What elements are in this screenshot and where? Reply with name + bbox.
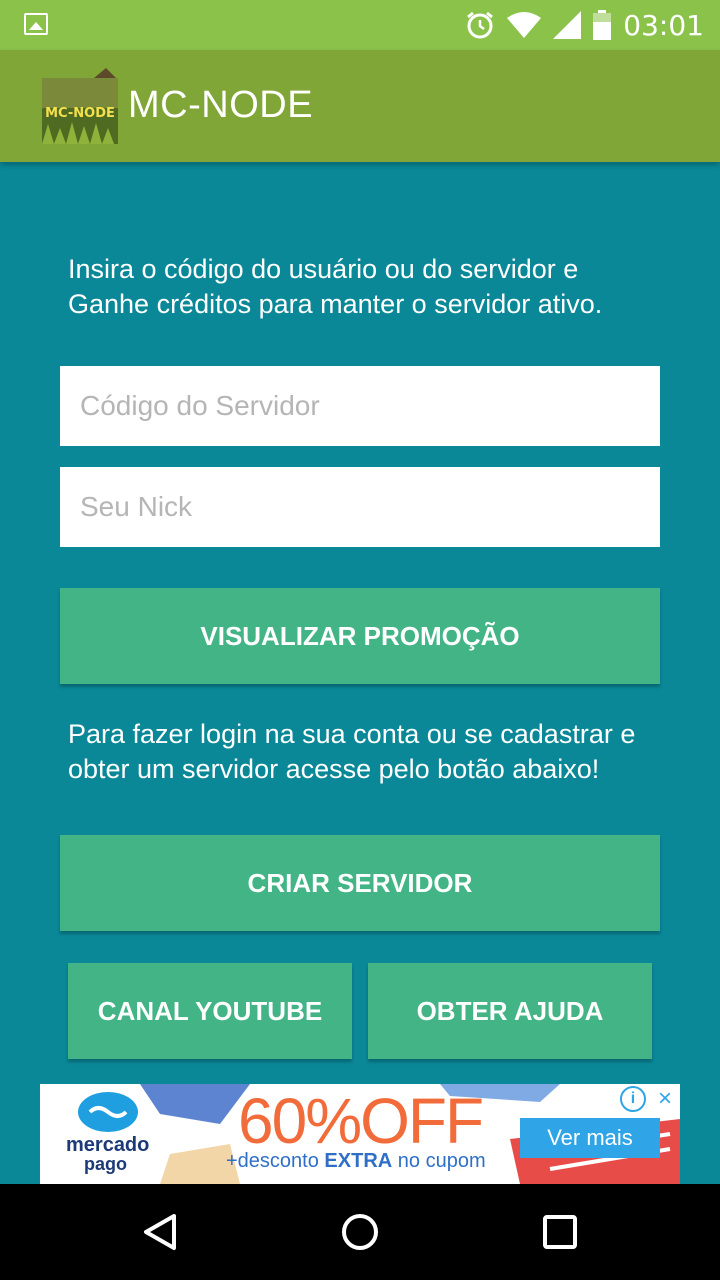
clock-time: 03:01 [623,8,704,42]
ad-info-icon[interactable]: i [620,1086,646,1112]
ad-banner[interactable]: mercado pago 60%OFF +desconto EXTRA no c… [40,1084,680,1184]
app-logo-icon: MC-NODE [42,68,118,144]
create-server-button[interactable]: CRIAR SERVIDOR [60,835,660,931]
wifi-icon [507,12,542,38]
battery-icon [593,10,612,40]
app-bar: MC-NODE MC-NODE [0,50,720,162]
login-info-text: Para fazer login na sua conta ou se cada… [68,719,636,784]
image-notification-icon [24,13,48,35]
status-icons: 03:01 [465,8,704,42]
logo-text: MC-NODE [45,106,115,121]
status-bar: 03:01 [0,0,720,50]
intro-text: Insira o código do usuário ou do servido… [68,254,603,319]
server-code-input[interactable] [60,366,660,446]
navigation-bar [0,1184,720,1280]
ad-close-icon[interactable]: × [652,1085,678,1112]
ad-cta-button[interactable]: Ver mais [520,1118,660,1158]
ad-subtext-bold: EXTRA [324,1150,393,1172]
ad-subtext-suffix: no cupom [392,1150,486,1172]
get-help-button[interactable]: OBTER AJUDA [368,963,652,1059]
ad-brand-line2: pago [84,1154,127,1174]
recents-icon[interactable] [542,1214,578,1250]
ad-discount: 60%OFF [238,1085,484,1157]
view-promotion-button[interactable]: VISUALIZAR PROMOÇÃO [60,588,660,684]
signal-icon [553,11,582,39]
ad-subtext: +desconto EXTRA no cupom [226,1150,486,1173]
youtube-channel-button[interactable]: CANAL YOUTUBE [68,963,352,1059]
app-title: MC-NODE [128,84,314,126]
ad-subtext-prefix: +desconto [226,1150,325,1172]
alarm-icon [467,11,494,39]
nick-input[interactable] [60,467,660,547]
home-icon[interactable] [340,1212,380,1252]
back-icon[interactable] [140,1212,180,1252]
